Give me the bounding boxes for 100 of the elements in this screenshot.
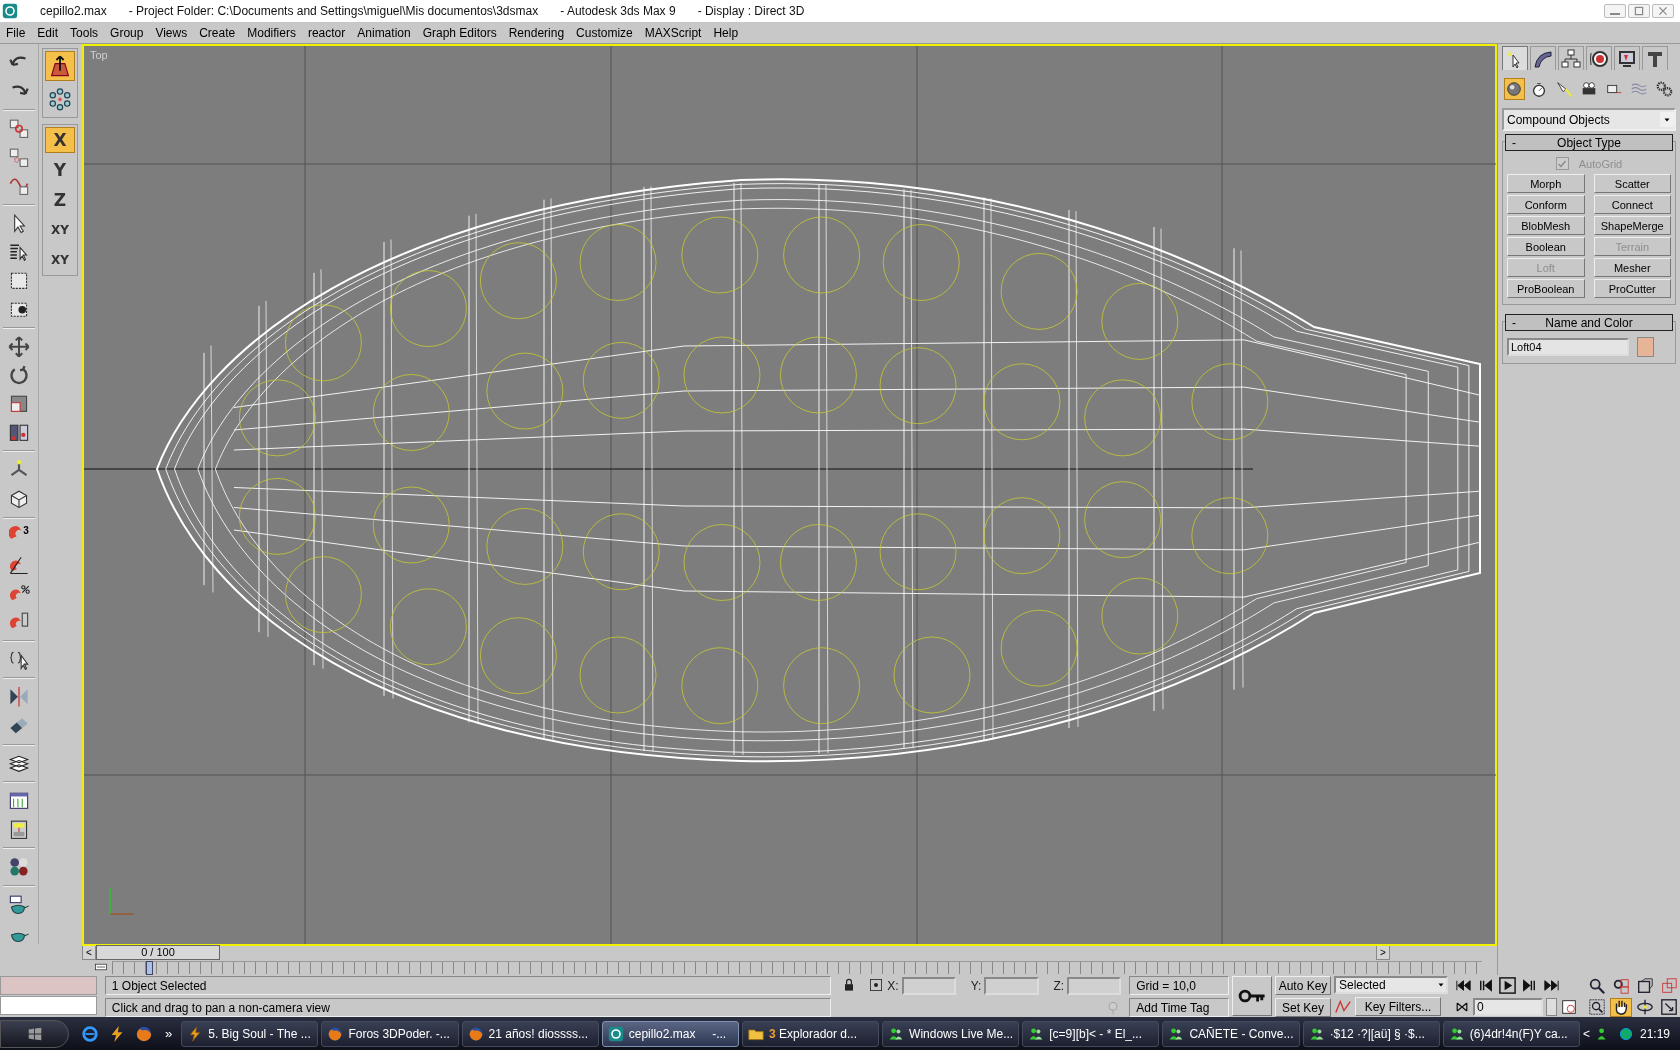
angle-magnet-icon[interactable] — [8, 554, 30, 576]
minimize-button[interactable] — [1604, 4, 1626, 18]
time-configuration-icon[interactable] — [1560, 998, 1578, 1016]
key-filters-button[interactable]: Key Filters... — [1355, 997, 1441, 1016]
panel-tab[interactable] — [1558, 46, 1584, 70]
script-listener-field[interactable] — [0, 976, 97, 995]
curved-stripe-icon — [1533, 48, 1553, 69]
taskbar-button[interactable]: 3 Explorador d... — [741, 1020, 880, 1047]
zoom-extents-all-icon — [1660, 976, 1678, 995]
menu-item[interactable]: Tools — [64, 25, 105, 40]
axis-constraint-button[interactable]: X — [44, 127, 75, 153]
collapse-toggle[interactable]: - — [1506, 135, 1522, 150]
maximize-button[interactable] — [1628, 4, 1650, 18]
menu-item[interactable]: File — [0, 25, 32, 40]
auto-key-button[interactable]: Auto Key — [1275, 976, 1331, 995]
wheel-icon — [1589, 48, 1609, 69]
taskbar-button[interactable]: 5. Big Soul - The ... — [181, 1020, 319, 1047]
object-type-button[interactable]: Scatter — [1593, 174, 1671, 193]
scale-icon[interactable] — [8, 393, 30, 415]
tray-toggle[interactable]: < — [1582, 1026, 1590, 1041]
schematic-icon[interactable] — [8, 818, 30, 841]
absolute-mode-icon[interactable] — [868, 976, 885, 993]
x-coordinate-field[interactable] — [901, 976, 956, 995]
object-type-button[interactable]: BlobMesh — [1507, 216, 1585, 235]
y-coordinate-field[interactable] — [984, 976, 1039, 995]
script-listener-field[interactable] — [0, 996, 97, 1015]
menu-item[interactable]: Rendering — [502, 25, 571, 40]
axis-constraint-button[interactable]: Y — [44, 157, 75, 183]
pan-hand-button[interactable] — [1610, 997, 1632, 1017]
category-dropdown[interactable]: Compound Objects — [1502, 108, 1676, 131]
mirror-icon[interactable] — [8, 686, 30, 709]
menu-item[interactable]: Graph Editors — [416, 25, 503, 40]
curve-editor-icon[interactable] — [8, 790, 30, 812]
rotate-icon[interactable] — [8, 364, 30, 387]
rollout-header[interactable]: - Object Type — [1505, 134, 1673, 151]
object-type-button[interactable]: Conform — [1507, 195, 1585, 214]
taskbar-button[interactable]: [c=9][b]< - * El_... — [1022, 1020, 1160, 1047]
panel-tab[interactable] — [1530, 46, 1556, 70]
taskbar-button[interactable]: cepillo2.max -... — [601, 1020, 739, 1047]
rectangle-selection-icon[interactable] — [8, 270, 30, 292]
brick-wall-button[interactable] — [44, 51, 75, 81]
key-mode-dropdown[interactable]: Selected — [1334, 976, 1448, 994]
panel-tab[interactable] — [1586, 46, 1612, 70]
start-button[interactable] — [0, 1019, 69, 1048]
taskbar-button[interactable]: ·$12 ·?|[aü] § ·$... — [1302, 1020, 1440, 1047]
z-label: Z: — [1053, 978, 1065, 993]
object-type-button[interactable]: ShapeMerge — [1593, 216, 1671, 235]
set-keys-button[interactable] — [1232, 976, 1272, 1016]
panel-tab[interactable] — [1614, 46, 1640, 70]
link-icon[interactable] — [8, 118, 30, 140]
taskbar-button[interactable]: Foros 3DPoder. -... — [321, 1020, 459, 1047]
panel-tab[interactable] — [1642, 46, 1668, 70]
axis-constraint-button[interactable]: XY — [44, 247, 75, 273]
zoom-extents-icon — [1636, 976, 1654, 995]
set-key-button[interactable]: Set Key — [1275, 998, 1331, 1017]
collapse-toggle[interactable]: - — [1506, 315, 1522, 330]
taskbar-button[interactable]: (6)4dr!4n(F)Y ca... — [1442, 1020, 1580, 1047]
teapot-window-icon[interactable] — [8, 893, 30, 916]
taskbar-button[interactable]: CAÑETE - Conve... — [1162, 1020, 1300, 1047]
menu-item[interactable]: reactor — [301, 25, 352, 40]
axis-constraint-button[interactable]: Z — [44, 187, 75, 213]
network-icon[interactable] — [1618, 1025, 1634, 1042]
play-icon[interactable] — [1498, 976, 1517, 995]
object-type-button[interactable]: Mesher — [1593, 258, 1671, 277]
box-icon[interactable] — [8, 488, 30, 510]
track-bar[interactable] — [112, 961, 1482, 974]
menu-item[interactable]: Customize — [570, 25, 639, 40]
object-type-button[interactable]: Boolean — [1507, 237, 1585, 256]
color-swatch[interactable] — [1637, 337, 1654, 357]
object-type-button[interactable]: Connect — [1593, 195, 1671, 214]
material-spheres-icon[interactable] — [8, 856, 30, 878]
menu-item[interactable]: MAXScript — [638, 25, 708, 40]
more-button[interactable]: » — [159, 1026, 179, 1041]
orbit-button[interactable] — [1634, 997, 1656, 1017]
time-marker[interactable] — [146, 961, 153, 975]
maximize-viewport-button[interactable] — [1658, 997, 1680, 1017]
axis-constraint-button[interactable]: XY — [44, 217, 75, 243]
unlink-icon[interactable] — [8, 146, 30, 169]
menu-item[interactable]: Edit — [31, 25, 65, 40]
move-icon[interactable] — [8, 336, 30, 358]
menu-item[interactable]: Create — [193, 25, 242, 40]
menu-item[interactable]: Animation — [351, 25, 417, 40]
add-time-tag[interactable]: Add Time Tag — [1129, 998, 1230, 1017]
menu-item[interactable]: Views — [149, 25, 194, 40]
menu-item[interactable]: Modifiers — [241, 25, 302, 40]
zoom-region-button[interactable] — [1586, 997, 1608, 1017]
name-field[interactable]: Loft04 — [1507, 338, 1629, 356]
object-type-button[interactable]: ProCutter — [1593, 279, 1671, 298]
taskbar-button[interactable]: Windows Live Me... — [882, 1020, 1020, 1047]
frame-field[interactable]: 0 — [1473, 998, 1543, 1016]
menu-item[interactable]: Help — [707, 25, 745, 40]
taskbar-button[interactable]: 21 años! diossss... — [461, 1020, 599, 1047]
close-button[interactable] — [1652, 4, 1674, 18]
check-icon — [1557, 158, 1568, 169]
object-type-button[interactable]: Morph — [1507, 174, 1585, 193]
magnet-icon[interactable] — [9, 525, 24, 540]
rollout-header[interactable]: - Name and Color — [1505, 314, 1673, 331]
z-coordinate-field[interactable] — [1067, 976, 1122, 995]
object-type-button[interactable]: ProBoolean — [1507, 279, 1585, 298]
menu-item[interactable]: Group — [104, 25, 150, 40]
